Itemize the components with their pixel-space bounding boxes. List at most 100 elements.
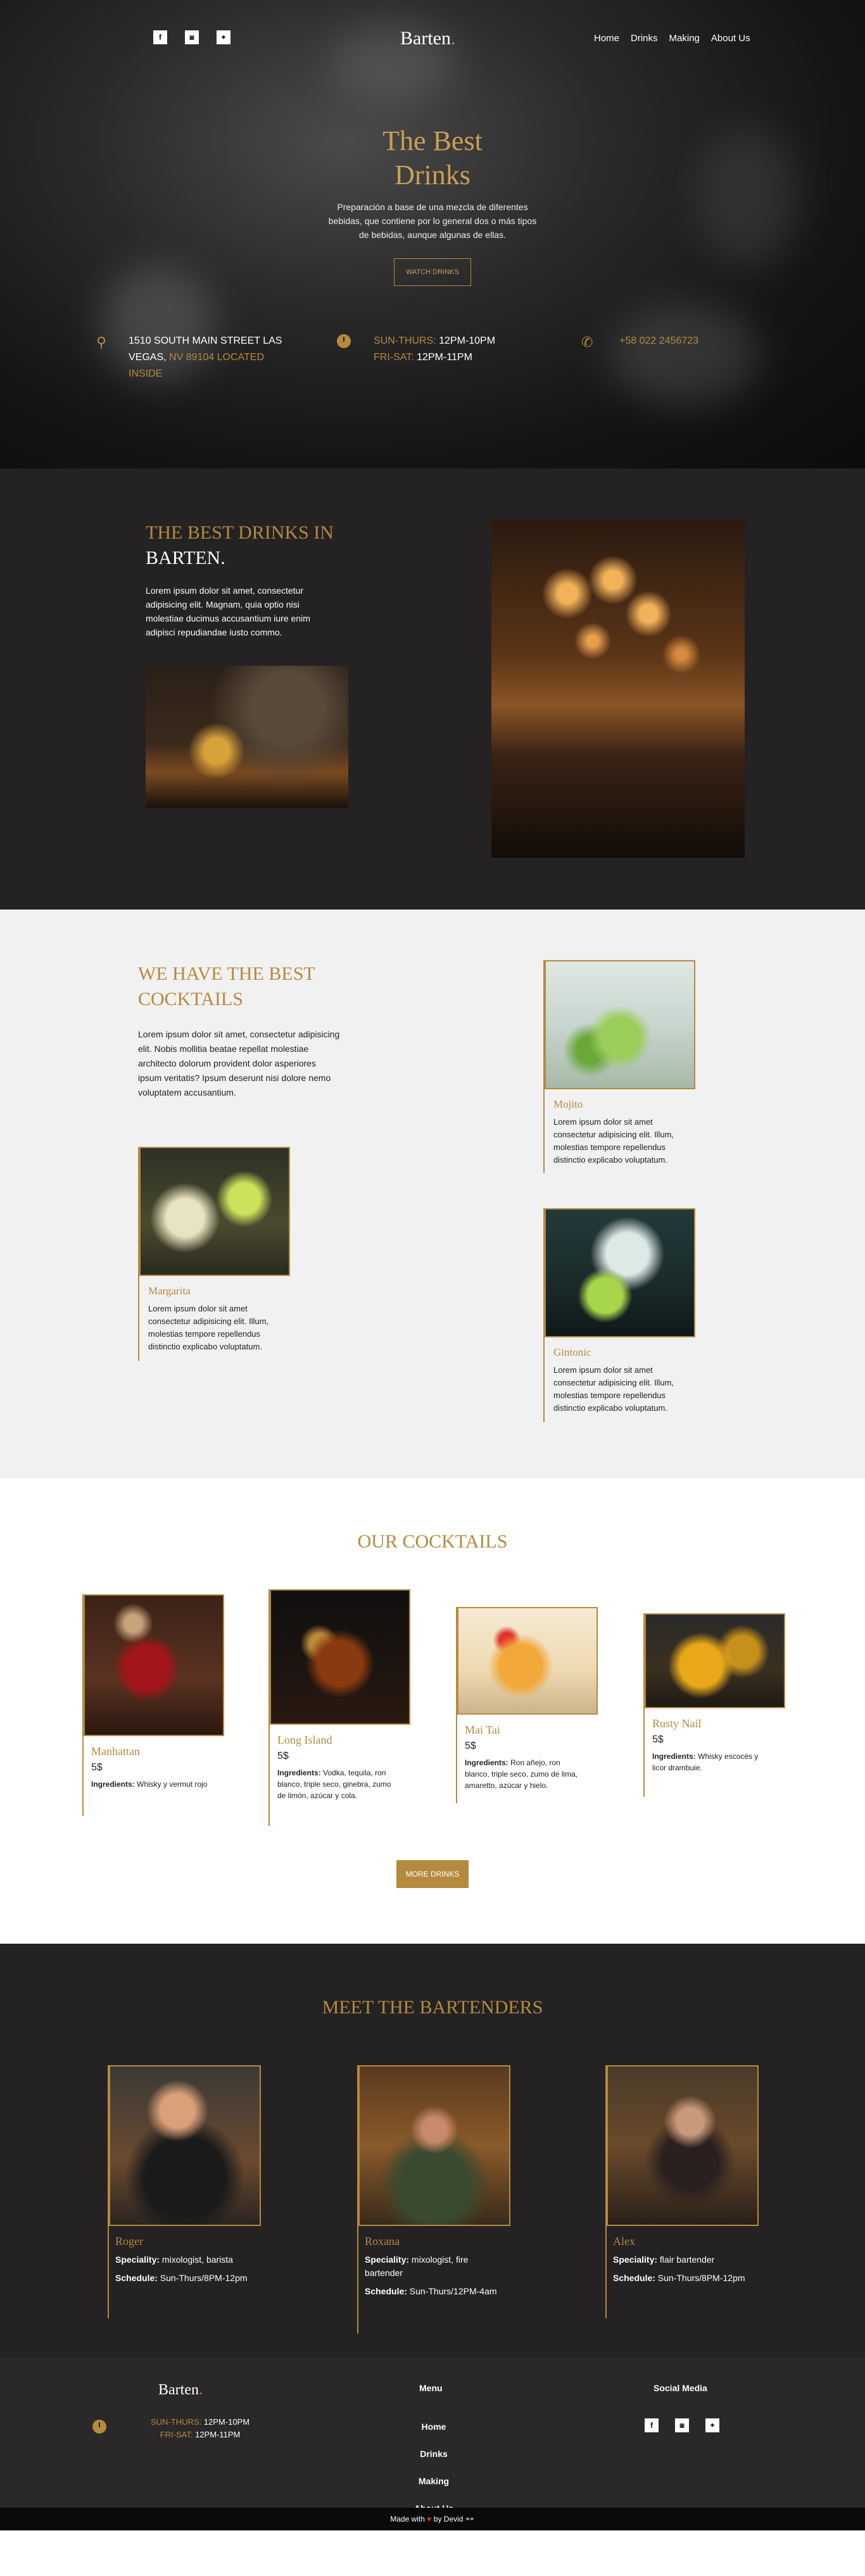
best-intro: Lorem ipsum dolor sit amet, consectetur … [138,1029,340,1097]
alex-photo [607,2065,759,2226]
nav-making[interactable]: Making [669,33,700,44]
footer-social-links: f ◙ ✦ [645,2418,719,2432]
more-drinks-button[interactable]: MORE DRINKS [396,1860,469,1888]
footer-link-drinks[interactable]: Drinks [405,2441,462,2468]
heart-icon: ♥ [427,2515,432,2523]
footer-menu: Home Drinks Making About Us [405,2413,462,2522]
bartender-name: Alex [613,2235,635,2248]
about-title-dot: . [220,547,225,568]
bartender-name: Roxana [365,2235,400,2248]
phone-info: ✆ +58 022 2456723 [581,333,698,350]
best-cocktails-section: WE HAVE THE BEST COCKTAILS Lorem ipsum d… [0,910,865,1478]
cocktail-card-margarita[interactable]: Margarita Lorem ipsum dolor sit amet con… [138,1147,290,1361]
brand-dot: . [450,28,456,49]
address-line3: INSIDE [129,368,163,379]
roger-photo [109,2065,261,2226]
hours-info: SUN-THURS: 12PM-10PM FRI-SAT: 12PM-11PM [337,333,496,366]
twitter-icon[interactable]: ✦ [217,30,230,44]
long-island-photo [270,1589,410,1725]
instagram-icon[interactable]: ◙ [675,2418,689,2432]
ingredients-label: Ingredients: [465,1758,508,1767]
phone-number[interactable]: +58 022 2456723 [619,333,698,349]
cocktail-name: Mai Tai [465,1723,500,1736]
ingredients-label: Ingredients: [652,1752,696,1761]
cocktail-item-manhattan[interactable]: Manhattan 5$ Ingredients: Whisky y vermu… [82,1594,224,1816]
bartender-card-alex[interactable]: Alex Speciality: flair bartender Schedul… [605,2065,759,2318]
card-title: Margarita [148,1285,191,1297]
hours2-time: 12PM-11PM [417,352,472,363]
site-footer: Barten. SUN-THURS: 12PM-10PM FRI-SAT: 12… [0,2358,865,2530]
schedule-label: Schedule: [365,2286,407,2296]
top-nav: f ◙ ✦ Barten. Home Drinks Making About U… [0,28,865,49]
about-title-line2: BARTEN [146,547,221,568]
address-line2a: VEGAS, [129,352,167,363]
cocktail-card-gintonic[interactable]: Gintonic Lorem ipsum dolor sit amet cons… [543,1208,695,1422]
speciality-text: mixologist, barista [161,2254,233,2265]
footer-hours1-time: 12PM-10PM [203,2417,250,2427]
schedule-label: Schedule: [115,2273,158,2283]
margarita-photo [139,1147,290,1276]
ingredients-label: Ingredients: [91,1780,135,1789]
facebook-icon[interactable]: f [645,2418,659,2432]
bartender-name: Roger [115,2235,143,2248]
card-desc: Lorem ipsum dolor sit amet consectetur a… [553,1117,674,1165]
about-title-line1: THE BEST DRINKS IN [146,522,334,543]
about-section: THE BEST DRINKS IN BARTEN. Lorem ipsum d… [0,468,865,910]
footer-brand[interactable]: Barten. [158,2382,203,2399]
speciality-label: Speciality: [115,2254,160,2265]
hero-title-line2: Drinks [395,159,470,191]
footer-brand-dot: . [198,2382,203,2398]
made-with-text: Made with [390,2515,425,2523]
hours1-label: SUN-THURS: [374,335,436,346]
card-desc: Lorem ipsum dolor sit amet consectetur a… [553,1365,674,1413]
rusty-nail-photo [645,1613,785,1708]
bartender-card-roger[interactable]: Roger Speciality: mixologist, barista Sc… [108,2065,261,2318]
speciality-label: Speciality: [613,2254,658,2265]
manhattan-photo [84,1594,224,1736]
bartender-card-roxana[interactable]: Roxana Speciality: mixologist, fire bart… [357,2065,510,2334]
footer-link-home[interactable]: Home [405,2413,462,2441]
ingredients-text: Whisky y vermut rojo [137,1780,208,1789]
bartender-photo [146,666,348,808]
facebook-icon[interactable]: f [153,30,167,44]
hours1-time: 12PM-10PM [439,335,496,346]
footer-menu-title: Menu [419,2383,443,2393]
footer-link-making[interactable]: Making [405,2468,462,2495]
cocktail-price: 5$ [91,1762,103,1773]
best-title: WE HAVE THE BEST COCKTAILS [138,963,315,1010]
cocktail-price: 5$ [277,1751,289,1761]
nav-drinks[interactable]: Drinks [631,33,658,44]
roxana-photo [358,2065,510,2226]
footer-social-title: Social Media [653,2383,707,2393]
bar-interior-photo [491,519,745,858]
hours2-label: FRI-SAT: [374,352,414,363]
nav-about-us[interactable]: About Us [711,33,750,44]
main-menu: Home Drinks Making About Us [594,33,750,44]
speciality-label: Speciality: [365,2254,410,2265]
hero-title-line1: The Best [382,125,483,156]
footer-credits: Made with ♥ by Devid 👓 [0,2508,865,2530]
bartenders-title: MEET THE BARTENDERS [322,1997,543,2018]
cocktail-card-mojito[interactable]: Mojito Lorem ipsum dolor sit amet consec… [543,960,695,1173]
brand-logo[interactable]: Barten. [400,28,455,49]
cocktail-name: Rusty Nail [652,1717,702,1730]
cocktail-name: Manhattan [91,1745,140,1758]
schedule-text: Sun-Thurs/8PM-12pm [160,2273,248,2283]
cocktail-item-long-island[interactable]: Long Island 5$ Ingredients: Vodka, tequi… [268,1589,410,1826]
twitter-icon[interactable]: ✦ [705,2418,719,2432]
credit-author: by Devid [433,2515,464,2523]
our-cocktails-title: OUR COCKTAILS [357,1531,508,1552]
cocktail-price: 5$ [465,1741,476,1751]
card-desc: Lorem ipsum dolor sit amet consectetur a… [148,1304,269,1351]
glasses-icon: 👓 [465,2515,475,2523]
location-pin-icon: ⚲ [96,334,107,350]
cocktail-item-mai-tai[interactable]: Mai Tai 5$ Ingredients: Ron añejo, ron b… [456,1607,598,1803]
nav-home[interactable]: Home [594,33,619,44]
address-line1: 1510 SOUTH MAIN STREET LAS [129,335,282,346]
about-text: Lorem ipsum dolor sit amet, consectetur … [146,585,310,637]
instagram-icon[interactable]: ◙ [185,30,199,44]
address-line2b: NV 89104 LOCATED [169,352,265,363]
footer-clock-icon [92,2420,106,2437]
watch-drinks-button[interactable]: WATCH DRINKS [394,258,471,286]
cocktail-item-rusty-nail[interactable]: Rusty Nail 5$ Ingredients: Whisky escocé… [643,1613,785,1797]
